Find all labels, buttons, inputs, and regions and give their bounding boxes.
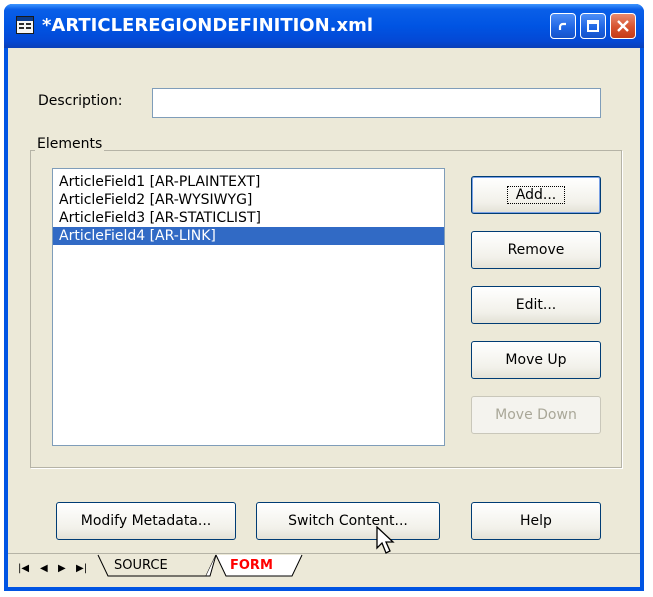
minimize-icon (558, 22, 566, 30)
maximize-icon (587, 20, 599, 32)
description-input[interactable] (152, 88, 601, 118)
next-tab-icon[interactable]: ▶ (58, 563, 66, 574)
list-item[interactable]: ArticleField3 [AR-STATICLIST] (53, 209, 444, 227)
xml-editor-icon (16, 16, 34, 34)
elements-group-title: Elements (35, 136, 105, 152)
minimize-button[interactable] (550, 13, 576, 39)
tab-form[interactable]: FORM (230, 555, 273, 577)
move-up-button[interactable]: Move Up (471, 341, 601, 379)
list-item-selected[interactable]: ArticleField4 [AR-LINK] (53, 227, 444, 245)
help-button[interactable]: Help (471, 502, 601, 540)
window-title: *ARTICLEREGIONDEFINITION.xml (42, 15, 374, 36)
close-button[interactable] (610, 13, 636, 39)
switch-content-button[interactable]: Switch Content... (256, 502, 440, 540)
tab-source[interactable]: SOURCE (114, 555, 168, 577)
move-down-button: Move Down (471, 396, 601, 434)
tab-bar: |◀ ◀ ▶ ▶| SOURCE FORM (8, 553, 640, 587)
add-button-label: Add... (506, 186, 566, 204)
maximize-button[interactable] (580, 13, 606, 39)
add-button[interactable]: Add... (471, 176, 601, 214)
close-icon (617, 20, 629, 32)
previous-tab-icon[interactable]: ◀ (40, 563, 48, 574)
modify-metadata-button[interactable]: Modify Metadata... (56, 502, 236, 540)
remove-button[interactable]: Remove (471, 231, 601, 269)
description-label: Description: (38, 93, 123, 109)
list-item[interactable]: ArticleField2 [AR-WYSIWYG] (53, 191, 444, 209)
mouse-cursor-icon (376, 526, 395, 554)
list-item[interactable]: ArticleField1 [AR-PLAINTEXT] (53, 173, 444, 191)
edit-button[interactable]: Edit... (471, 286, 601, 324)
elements-listbox[interactable]: ArticleField1 [AR-PLAINTEXT] ArticleFiel… (52, 168, 445, 446)
title-bar[interactable]: *ARTICLEREGIONDEFINITION.xml (4, 4, 644, 48)
first-tab-icon[interactable]: |◀ (18, 563, 29, 574)
last-tab-icon[interactable]: ▶| (76, 563, 87, 574)
